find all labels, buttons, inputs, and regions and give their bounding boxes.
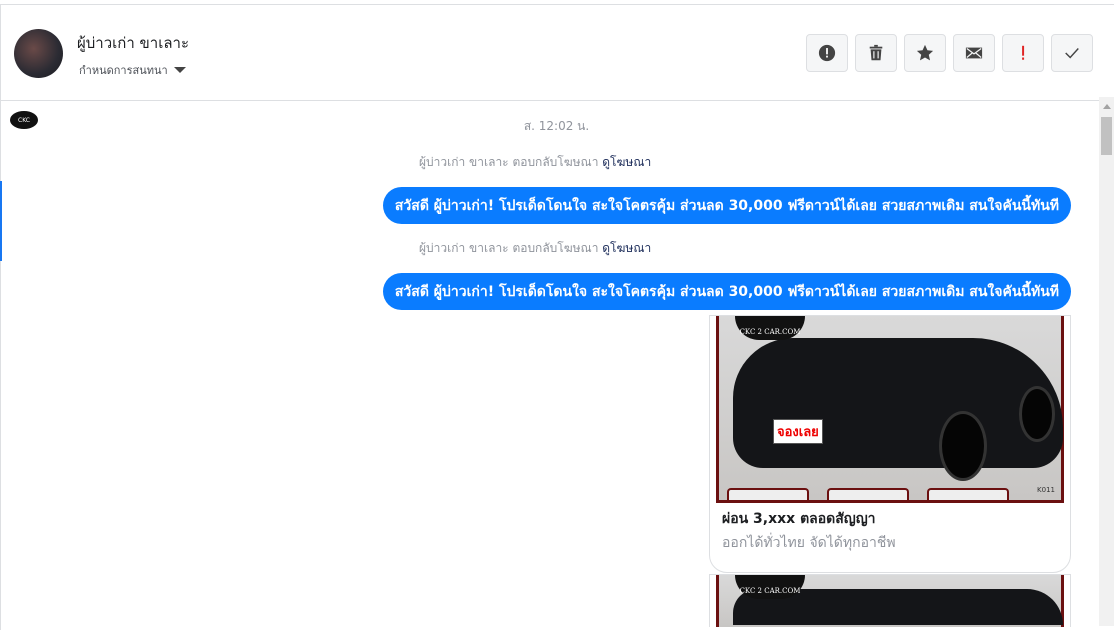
avatar[interactable] — [14, 29, 63, 78]
message-bubble: สวัสดี ผู้บ่าวเก่า! โปรเด็ดโดนใจ สะใจโคต… — [382, 187, 1071, 224]
message-bubble: สวัสดี ผู้บ่าวเก่า! โปรเด็ดโดนใจ สะใจโคต… — [382, 273, 1071, 310]
car-image: CKC 2 CAR.COM — [716, 575, 1064, 627]
view-ad-link[interactable]: ดูโฆษณา — [602, 241, 651, 255]
check-icon — [1065, 48, 1079, 59]
contact-name[interactable]: ผู้บ่าวเก่า ขาเลาะ — [77, 31, 189, 55]
ad-card[interactable]: CKC 2 CAR.COM — [709, 574, 1071, 627]
wheel — [1019, 386, 1055, 442]
envelope-icon — [965, 47, 983, 59]
view-ad-link[interactable]: ดูโฆษณา — [602, 155, 651, 169]
wheel — [939, 411, 987, 481]
thumbnail — [727, 488, 809, 500]
scrollbar[interactable] — [1099, 97, 1114, 626]
exclamation-icon — [1022, 45, 1025, 60]
ad-reply-note: ผู้บ่าวเก่า ขาเลาะ ตอบกลับโฆษณา ดูโฆษณา — [419, 239, 651, 258]
car-code: K011 — [1037, 486, 1055, 494]
thumbnail-strip — [727, 488, 1009, 500]
book-now-badge: จองเลย — [773, 419, 823, 444]
card-subtitle: ออกได้ทั่วไทย จัดได้ทุกอาชีพ — [722, 535, 896, 551]
mark-unread-button[interactable] — [953, 34, 995, 72]
thumbnail — [827, 488, 909, 500]
car-image: CKC 2 CAR.COM จองเลย K011 — [716, 316, 1064, 503]
caret-down-icon — [173, 67, 186, 73]
ad-reply-text: ผู้บ่าวเก่า ขาเลาะ ตอบกลับโฆษณา — [419, 241, 599, 255]
scrollbar-thumb[interactable] — [1101, 117, 1112, 155]
ad-reply-text: ผู้บ่าวเก่า ขาเลาะ ตอบกลับโฆษณา — [419, 155, 599, 169]
ad-reply-note: ผู้บ่าวเก่า ขาเลาะ ตอบกลับโฆษณา ดูโฆษณา — [419, 153, 651, 172]
active-indicator — [0, 181, 2, 261]
toolbar — [806, 34, 1093, 72]
priority-button[interactable] — [1002, 34, 1044, 72]
star-button[interactable] — [904, 34, 946, 72]
timestamp: ส. 12:02 น. — [523, 119, 590, 133]
conversation-header: ผู้บ่าวเก่า ขาเลาะ กำหนดการสนทนา — [1, 5, 1114, 101]
delete-button[interactable] — [855, 34, 897, 72]
trash-icon — [869, 44, 883, 61]
scroll-up-arrow-icon[interactable] — [1103, 104, 1111, 109]
thumbnail — [927, 488, 1009, 500]
card-title: ผ่อน 3,xxx ตลอดสัญญา — [722, 511, 876, 527]
done-button[interactable] — [1051, 34, 1093, 72]
conversation-settings-label: กำหนดการสนทนา — [79, 64, 168, 77]
dealer-logo: CKC 2 CAR.COM — [735, 316, 805, 340]
star-icon — [916, 44, 934, 61]
conversation-settings-dropdown[interactable]: กำหนดการสนทนา — [79, 61, 186, 79]
car-shape — [733, 338, 1063, 468]
ad-card[interactable]: CKC 2 CAR.COM จองเลย K011 ผ่อน 3,xxx ตลอ… — [709, 315, 1071, 573]
spam-button[interactable] — [806, 34, 848, 72]
exclamation-circle-icon — [818, 44, 836, 62]
message-list: CKC ส. 12:02 น. ผู้บ่าวเก่า ขาเลาะ ตอบกล… — [0, 97, 1099, 627]
